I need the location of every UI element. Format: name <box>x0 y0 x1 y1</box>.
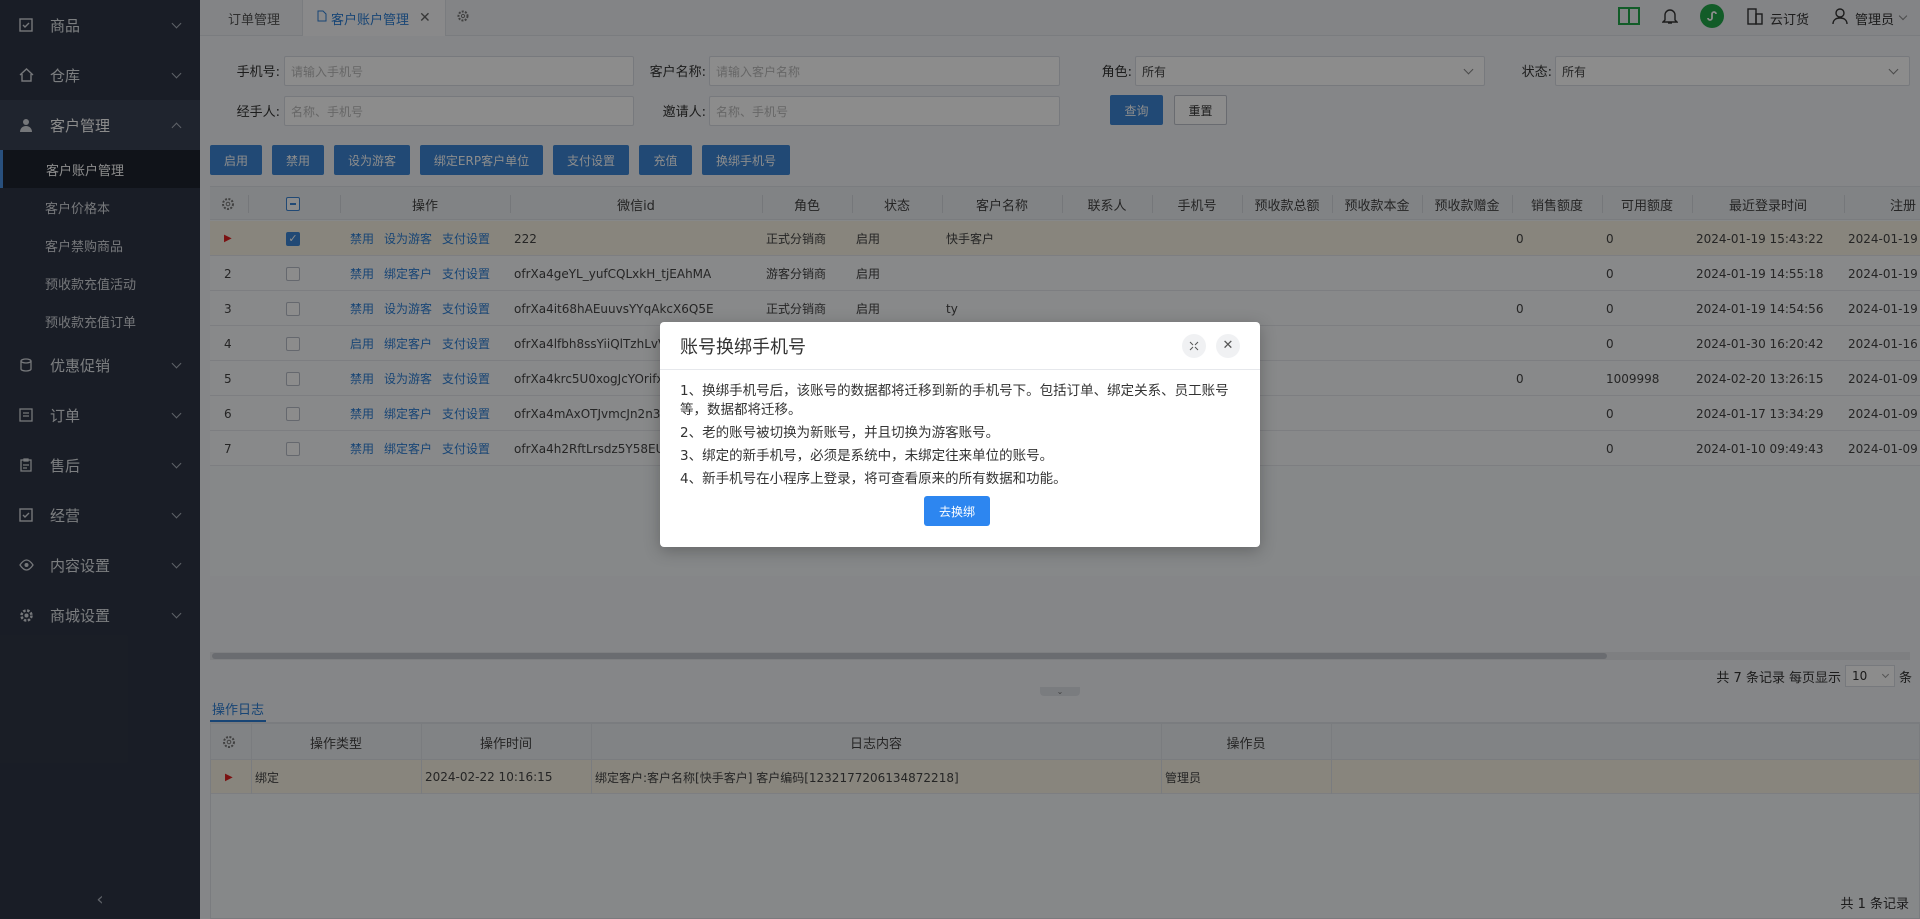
minimize-icon[interactable] <box>1182 333 1206 358</box>
close-icon[interactable]: ✕ <box>1216 333 1240 358</box>
dialog-line: 1、换绑手机号后，该账号的数据都将迁移到新的手机号下。包括订单、绑定关系、员工账… <box>680 383 1229 418</box>
go-rebind-button[interactable]: 去换绑 <box>924 496 990 526</box>
dialog-body: 1、换绑手机号后，该账号的数据都将迁移到新的手机号下。包括订单、绑定关系、员工账… <box>660 370 1260 489</box>
dialog-line: 2、老的账号被切换为新账号，并且切换为游客账号。 <box>680 425 1000 441</box>
rebind-phone-dialog: 账号换绑手机号 ✕ 1、换绑手机号后，该账号的数据都将迁移到新的手机号下。包括订… <box>660 322 1260 547</box>
dialog-line: 4、新手机号在小程序上登录，将可查看原来的所有数据和功能。 <box>680 471 1067 487</box>
dialog-line: 3、绑定的新手机号，必须是系统中，未绑定往来单位的账号。 <box>680 448 1054 464</box>
dialog-title: 账号换绑手机号 <box>680 336 806 358</box>
